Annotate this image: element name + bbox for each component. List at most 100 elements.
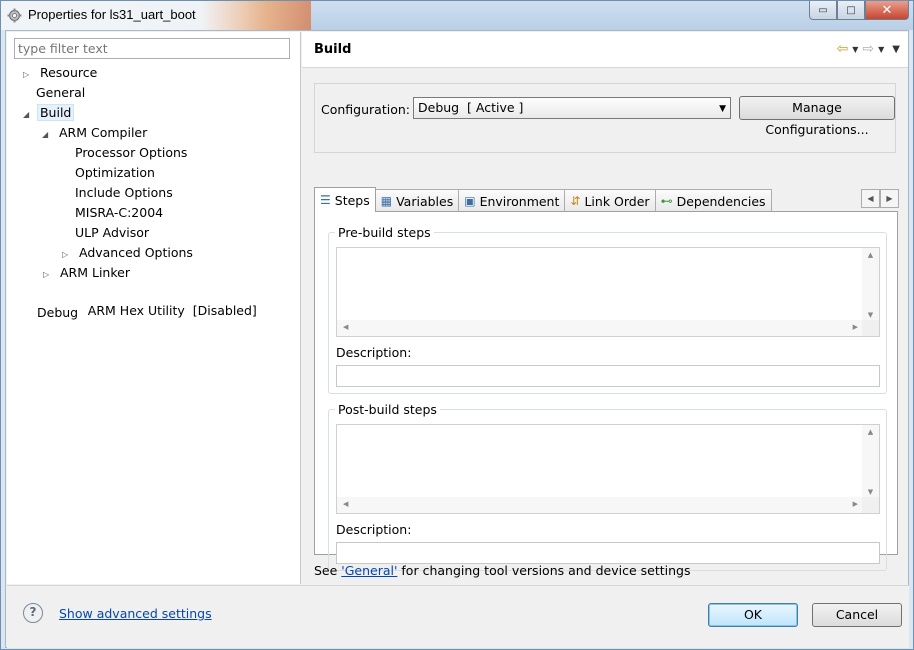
tree-item-ulp-advisor[interactable]: ULP Advisor	[72, 224, 152, 242]
steps-icon: ☰	[320, 193, 331, 207]
maximize-button[interactable]: □	[837, 1, 865, 20]
back-arrow-icon[interactable]: ⇦	[837, 41, 849, 57]
scroll-right-icon[interactable]: ▶	[853, 500, 858, 508]
tree-item-include-options[interactable]: Include Options	[72, 184, 176, 202]
tree-item-label: Optimization	[75, 165, 155, 180]
tab-label: Steps	[334, 192, 370, 208]
tree-item-arm-linker[interactable]: ▷ ARM Linker	[43, 264, 133, 282]
collapse-arrow-icon[interactable]: ◢	[23, 106, 33, 124]
tree-item-label: Processor Options	[75, 145, 188, 160]
tab-label: Variables	[396, 193, 454, 209]
scroll-right-icon[interactable]: ▶	[853, 323, 858, 331]
dialog-client: ▷ Resource General ◢ Build ◢ ARM Compile…	[5, 30, 909, 648]
build-tabs: ☰ Steps ▦ Variables ▣ Environment ⇵ Link…	[314, 187, 772, 212]
tab-scroll-right-button[interactable]: ▶	[880, 189, 899, 208]
tab-label: Dependencies	[676, 193, 766, 209]
expand-arrow-icon[interactable]: ▷	[43, 266, 53, 284]
hint-prefix: See	[314, 563, 342, 578]
post-build-title: Post-build steps	[335, 402, 440, 417]
help-icon[interactable]: ?	[23, 603, 43, 623]
expand-arrow-icon[interactable]: ▷	[23, 66, 33, 84]
configuration-group: Configuration: Debug [ Active ] ▼ Manage…	[314, 83, 896, 153]
tree-item-misra[interactable]: MISRA-C:2004	[72, 204, 166, 222]
show-advanced-settings-link[interactable]: Show advanced settings	[59, 606, 212, 621]
horizontal-scrollbar[interactable]: ◀ ▶	[337, 320, 864, 336]
tree-item-resource[interactable]: ▷ Resource	[23, 64, 100, 82]
tree-item-label: ARM Linker	[59, 265, 130, 280]
scroll-down-icon[interactable]: ▼	[862, 488, 879, 496]
cancel-button[interactable]: Cancel	[812, 603, 902, 627]
tree-item-label: Advanced Options	[78, 245, 193, 260]
general-link[interactable]: 'General'	[341, 563, 397, 578]
tree-item-label: Resource	[39, 65, 98, 80]
scroll-left-icon[interactable]: ◀	[343, 323, 348, 331]
tree-item-advanced-options[interactable]: ▷ Advanced Options	[62, 244, 196, 262]
scroll-up-icon[interactable]: ▲	[862, 251, 879, 259]
back-dropdown-icon[interactable]: ▼	[852, 45, 858, 54]
properties-app-icon	[7, 8, 22, 23]
tree-item-build[interactable]: ◢ Build	[23, 104, 75, 124]
steps-tab-panel: Pre-build steps ▲ ▼ ◀ ▶ Description: Pos…	[314, 211, 898, 571]
tab-scroll-buttons: ◀ ▶	[861, 189, 899, 208]
pre-build-steps-textarea[interactable]: ▲ ▼ ◀ ▶	[336, 247, 880, 337]
tab-variables[interactable]: ▦ Variables	[374, 189, 460, 212]
tree-item-label: General	[36, 85, 86, 100]
vertical-scrollbar[interactable]: ▲ ▼	[862, 248, 879, 322]
pre-build-description-input[interactable]	[336, 365, 880, 387]
tree-item-arm-hex-utility[interactable]: ARM Hex Utility [Disabled]	[53, 284, 260, 318]
filter-input[interactable]	[14, 38, 290, 59]
tree-item-label: Build	[36, 104, 75, 121]
post-build-group: Post-build steps ▲ ▼ ◀ ▶ Description:	[328, 402, 887, 571]
minimize-button[interactable]: ▭	[809, 1, 837, 20]
tree-item-general[interactable]: General	[33, 84, 88, 102]
scroll-left-icon[interactable]: ◀	[343, 500, 348, 508]
scroll-up-icon[interactable]: ▲	[862, 428, 879, 436]
dialog-button-bar: ? Show advanced settings OK Cancel	[7, 585, 909, 648]
tab-steps[interactable]: ☰ Steps	[314, 187, 376, 212]
configuration-select[interactable]: Debug [ Active ] ▼	[413, 97, 731, 119]
scrollbar-corner	[862, 320, 879, 336]
tree-item-processor-options[interactable]: Processor Options	[72, 144, 190, 162]
post-build-steps-textarea[interactable]: ▲ ▼ ◀ ▶	[336, 424, 880, 514]
scrollbar-corner	[862, 497, 879, 513]
close-button[interactable]: ✕	[865, 1, 909, 20]
scroll-down-icon[interactable]: ▼	[862, 311, 879, 319]
post-build-description-label: Description:	[336, 522, 412, 537]
tree-item-label: Debug	[37, 305, 79, 320]
link-order-icon: ⇵	[570, 194, 581, 208]
forward-arrow-icon[interactable]: ⇨	[862, 41, 874, 57]
tab-label: Environment	[479, 193, 560, 209]
build-properties-pane: Build ⇦ ▼ ⇨ ▼ ▼ Configuration: Debug [ A…	[302, 32, 908, 584]
forward-dropdown-icon[interactable]: ▼	[878, 45, 884, 54]
view-menu-icon[interactable]: ▼	[892, 44, 900, 55]
tab-dependencies[interactable]: ⊷ Dependencies	[654, 189, 772, 212]
manage-configurations-button[interactable]: Manage Configurations...	[739, 96, 895, 137]
post-build-description-input[interactable]	[336, 542, 880, 564]
property-tree-pane: ▷ Resource General ◢ Build ◢ ARM Compile…	[7, 32, 301, 584]
tree-item-label: ULP Advisor	[75, 225, 150, 240]
tab-scroll-left-button[interactable]: ◀	[861, 189, 880, 208]
general-settings-hint: See 'General' for changing tool versions…	[314, 563, 690, 578]
vertical-scrollbar[interactable]: ▲ ▼	[862, 425, 879, 499]
hint-suffix: for changing tool versions and device se…	[397, 563, 691, 578]
properties-window: Properties for ls31_uart_boot ▭ □ ✕ ▷ Re…	[0, 0, 914, 650]
horizontal-scrollbar[interactable]: ◀ ▶	[337, 497, 864, 513]
tab-environment[interactable]: ▣ Environment	[458, 189, 566, 212]
tab-link-order[interactable]: ⇵ Link Order	[564, 189, 656, 212]
tree-item-optimization[interactable]: Optimization	[72, 164, 158, 182]
chevron-down-icon: ▼	[719, 104, 726, 114]
collapse-arrow-icon[interactable]: ◢	[42, 126, 52, 144]
close-icon: ✕	[881, 2, 893, 18]
tree-item-arm-compiler[interactable]: ◢ ARM Compiler	[42, 124, 150, 142]
ok-button[interactable]: OK	[708, 603, 798, 627]
configuration-selected-value: Debug [ Active ]	[418, 100, 524, 115]
minimize-icon: ▭	[818, 4, 828, 16]
history-nav: ⇦ ▼ ⇨ ▼ ▼	[837, 41, 900, 57]
title-bar[interactable]: Properties for ls31_uart_boot ▭ □ ✕	[1, 1, 913, 30]
dependencies-icon: ⊷	[660, 194, 673, 208]
title-highlight	[201, 1, 311, 30]
tree-item-label: ARM Compiler	[58, 125, 148, 140]
pre-build-description-label: Description:	[336, 345, 412, 360]
tree-item-debug[interactable]: Debug	[34, 304, 81, 322]
expand-arrow-icon[interactable]: ▷	[62, 246, 72, 264]
